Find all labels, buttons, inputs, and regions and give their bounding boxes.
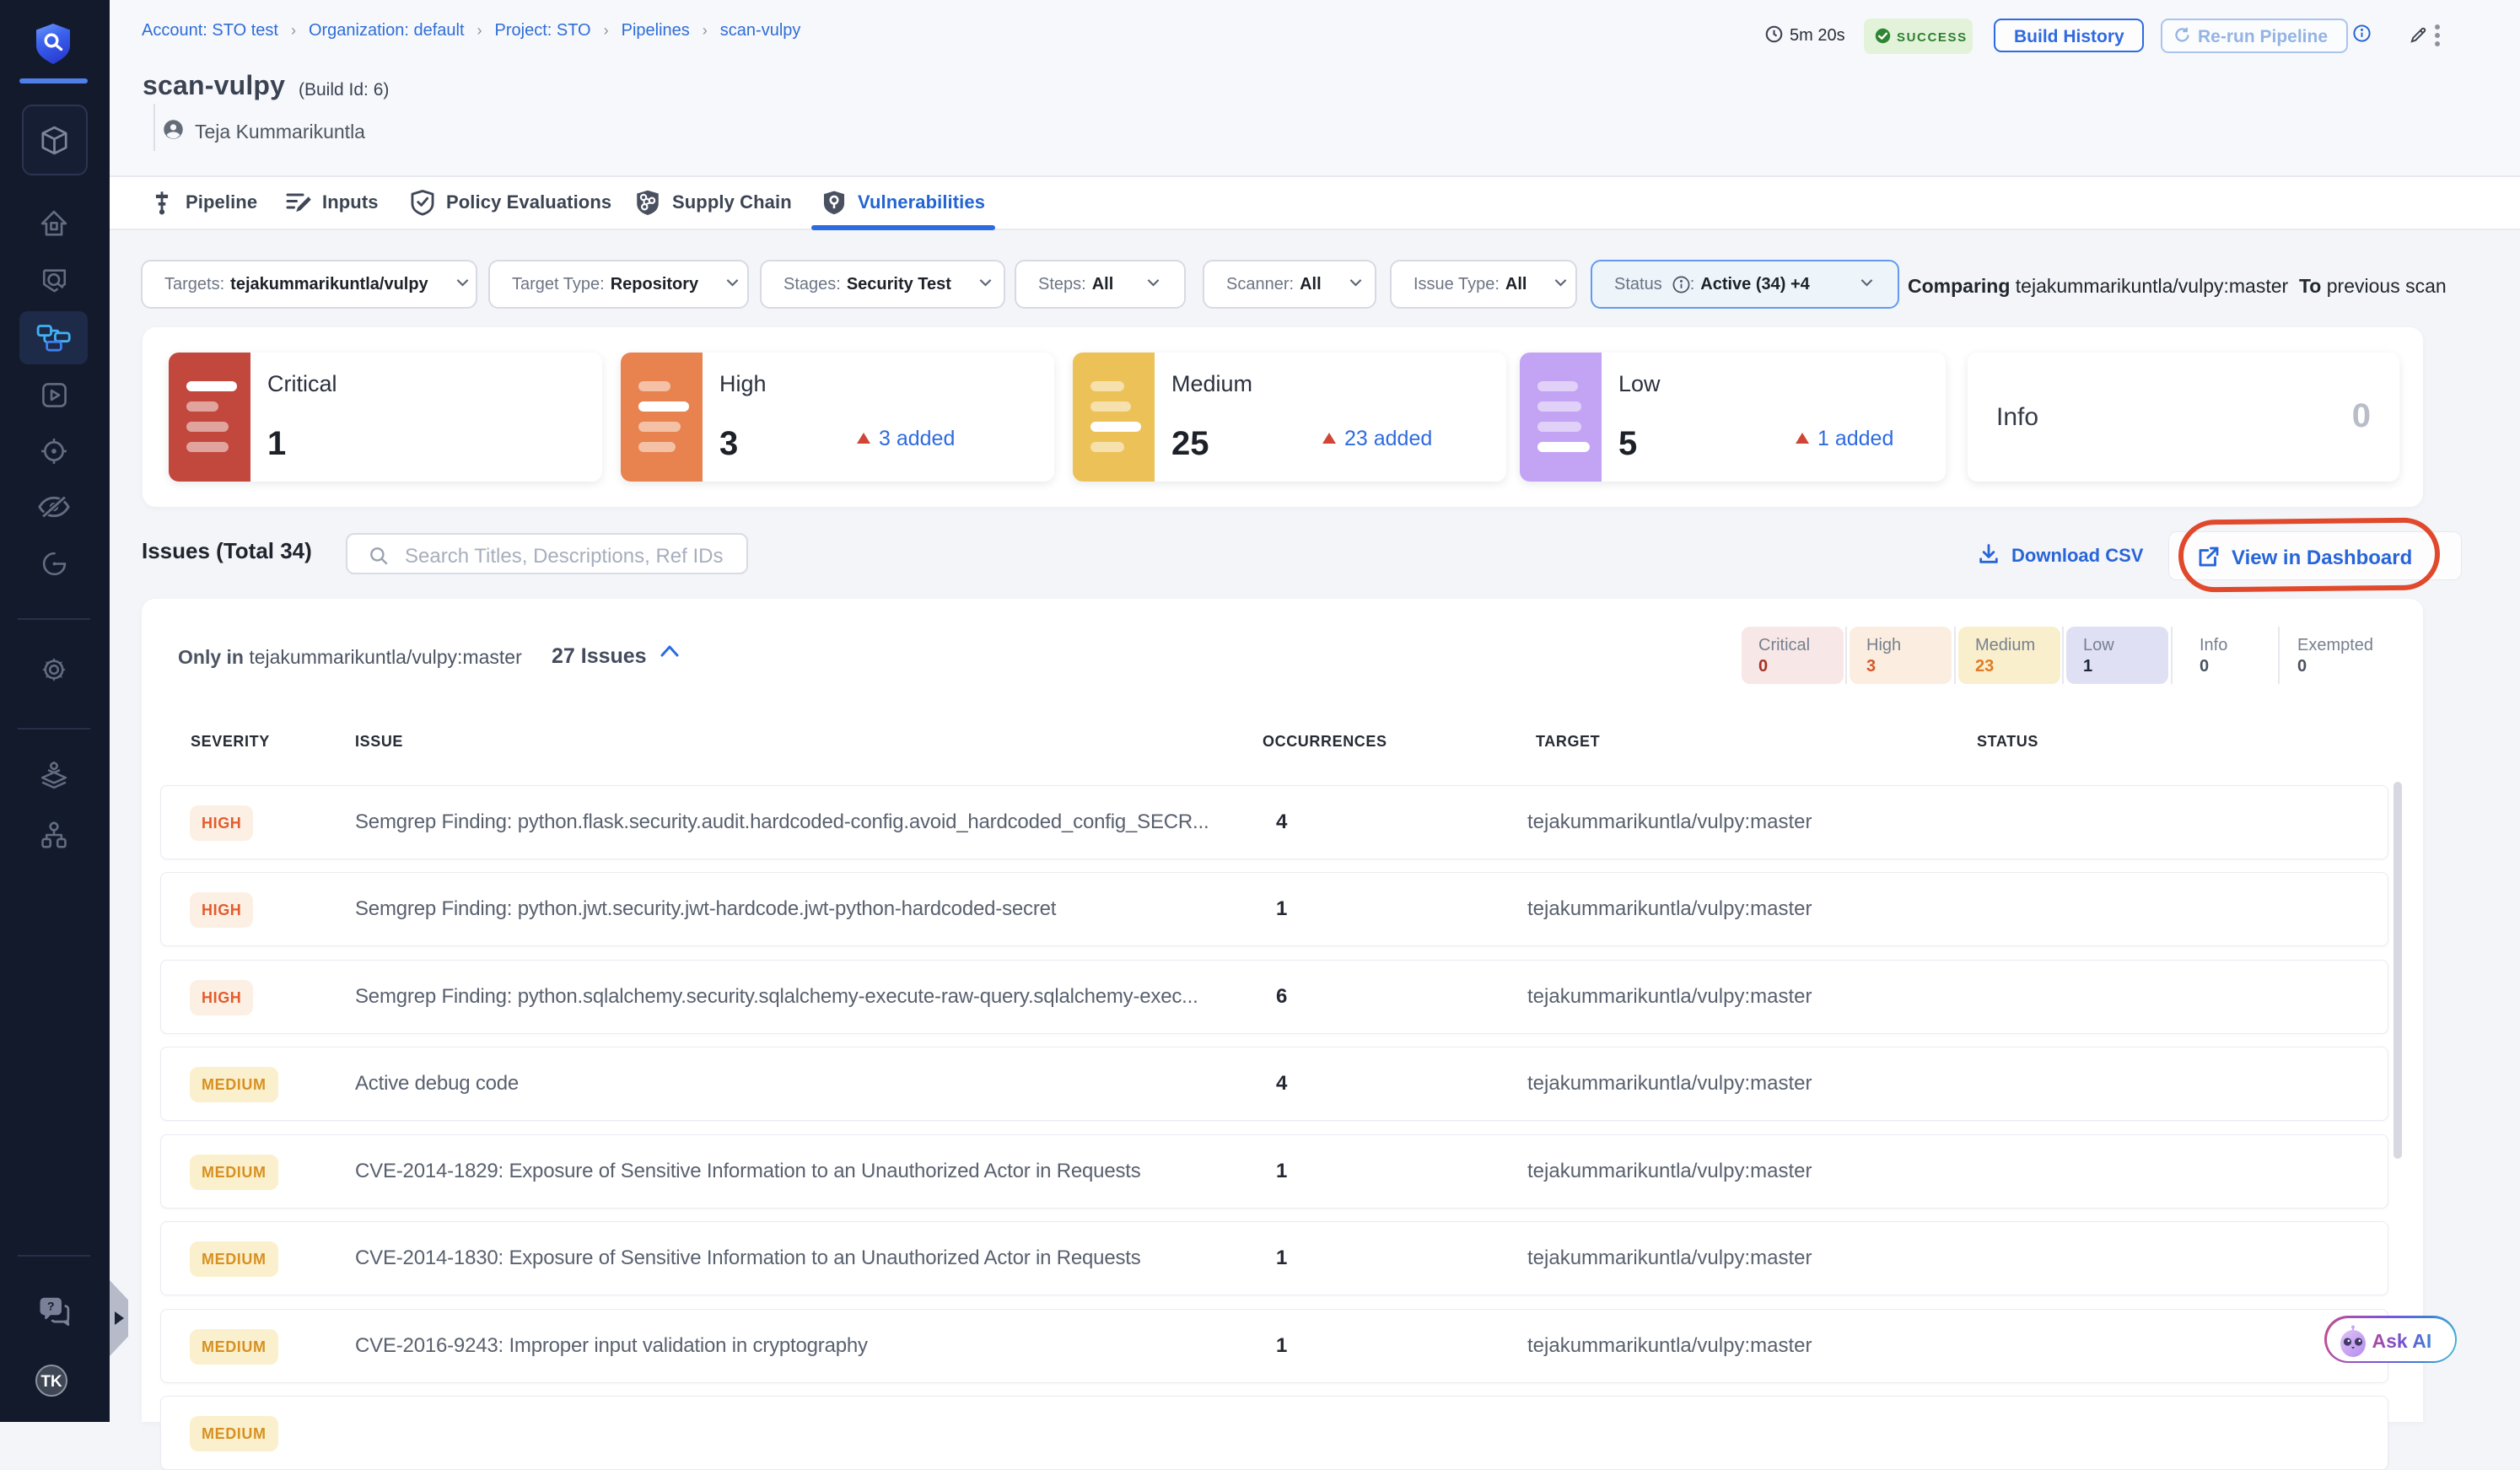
svg-text:?: ? [47,1300,55,1314]
